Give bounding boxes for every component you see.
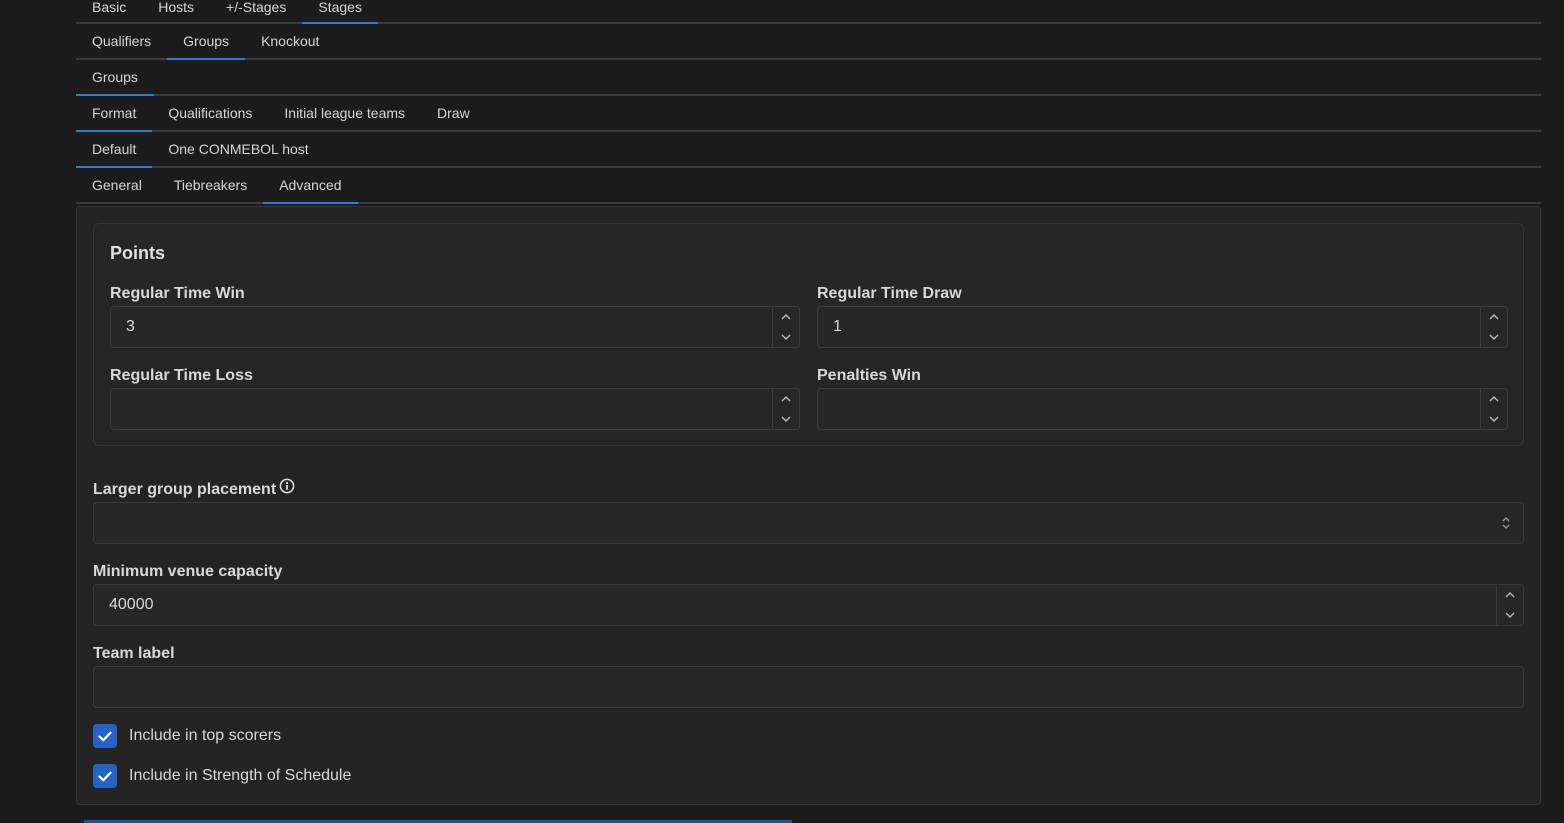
increment-icon[interactable] [1481, 307, 1507, 327]
tab-draw[interactable]: Draw [421, 96, 486, 130]
regular-time-draw-spinner[interactable] [1480, 307, 1507, 347]
decrement-icon[interactable] [773, 409, 799, 429]
include-strength-of-schedule-checkbox[interactable] [93, 764, 117, 788]
team-label-input[interactable] [93, 666, 1524, 708]
decrement-icon[interactable] [1481, 327, 1507, 347]
select-caret-icon [1501, 515, 1511, 536]
tab-general[interactable]: General [76, 168, 158, 202]
stage-tab-navigation: Basic Hosts +/-Stages Stages Qualifiers … [76, 0, 1541, 204]
tab-stages[interactable]: Stages [302, 0, 378, 24]
tabs-settings: General Tiebreakers Advanced [76, 168, 1541, 204]
tab-format[interactable]: Format [76, 96, 153, 132]
include-top-scorers-checkbox[interactable] [93, 724, 117, 748]
tab-knockout[interactable]: Knockout [245, 24, 335, 58]
tabs-group-stage: Groups [76, 60, 1541, 96]
checkmark-icon [98, 731, 112, 741]
regular-time-loss-label: Regular Time Loss [110, 367, 253, 384]
penalties-win-label: Penalties Win [817, 367, 921, 384]
tab-hosts[interactable]: Hosts [142, 0, 210, 22]
regular-time-draw-label: Regular Time Draw [817, 285, 962, 302]
include-strength-of-schedule-label: Include in Strength of Schedule [129, 767, 352, 784]
regular-time-draw-value: 1 [833, 318, 842, 335]
larger-group-placement-label: Larger group placement [93, 478, 295, 499]
regular-time-win-spinner[interactable] [772, 307, 799, 347]
increment-icon[interactable] [773, 307, 799, 327]
include-top-scorers-label: Include in top scorers [129, 727, 282, 744]
include-strength-of-schedule-row[interactable]: Include in Strength of Schedule [93, 764, 351, 788]
regular-time-draw-input[interactable]: 1 [817, 306, 1508, 348]
tab-plus-minus-stages[interactable]: +/-Stages [210, 0, 302, 22]
regular-time-win-value: 3 [126, 318, 135, 335]
advanced-settings-panel: Points Regular Time Win 3 Regular Time D… [76, 206, 1541, 805]
tab-tiebreakers[interactable]: Tiebreakers [158, 168, 263, 202]
decrement-icon[interactable] [773, 327, 799, 347]
increment-icon[interactable] [773, 389, 799, 409]
regular-time-loss-spinner[interactable] [772, 389, 799, 429]
points-legend: Points [110, 243, 166, 263]
checkmark-icon [98, 771, 112, 781]
regular-time-win-input[interactable]: 3 [110, 306, 800, 348]
tab-advanced[interactable]: Advanced [263, 168, 358, 204]
tab-groups[interactable]: Groups [167, 24, 245, 60]
regular-time-loss-input[interactable] [110, 388, 800, 430]
tab-basic[interactable]: Basic [76, 0, 142, 22]
tabs-group-section: Format Qualifications Initial league tea… [76, 96, 1541, 132]
info-icon[interactable] [279, 478, 295, 499]
decrement-icon[interactable] [1481, 409, 1507, 429]
tab-default[interactable]: Default [76, 132, 153, 168]
tabs-main: Basic Hosts +/-Stages Stages [76, 0, 1541, 24]
team-label-label: Team label [93, 645, 175, 662]
larger-group-placement-select[interactable] [93, 502, 1524, 544]
minimum-venue-capacity-spinner[interactable] [1496, 585, 1523, 625]
larger-group-placement-text: Larger group placement [93, 481, 277, 499]
tab-qualifications[interactable]: Qualifications [152, 96, 268, 130]
penalties-win-spinner[interactable] [1480, 389, 1507, 429]
tab-one-conmebol-host[interactable]: One CONMEBOL host [152, 132, 324, 166]
tab-groups-sub[interactable]: Groups [76, 60, 154, 96]
minimum-venue-capacity-label: Minimum venue capacity [93, 563, 283, 580]
include-top-scorers-row[interactable]: Include in top scorers [93, 724, 281, 748]
regular-time-win-label: Regular Time Win [110, 285, 245, 302]
tabs-format-variant: Default One CONMEBOL host [76, 132, 1541, 168]
points-fieldset: Points Regular Time Win 3 Regular Time D… [93, 223, 1524, 446]
tab-initial-league-teams[interactable]: Initial league teams [268, 96, 421, 130]
increment-icon[interactable] [1497, 585, 1523, 605]
decrement-icon[interactable] [1497, 605, 1523, 625]
tabs-stage-type: Qualifiers Groups Knockout [76, 24, 1541, 60]
increment-icon[interactable] [1481, 389, 1507, 409]
penalties-win-input[interactable] [817, 388, 1508, 430]
tab-qualifiers[interactable]: Qualifiers [76, 24, 167, 58]
minimum-venue-capacity-input[interactable]: 40000 [93, 584, 1524, 626]
minimum-venue-capacity-value: 40000 [109, 596, 154, 613]
